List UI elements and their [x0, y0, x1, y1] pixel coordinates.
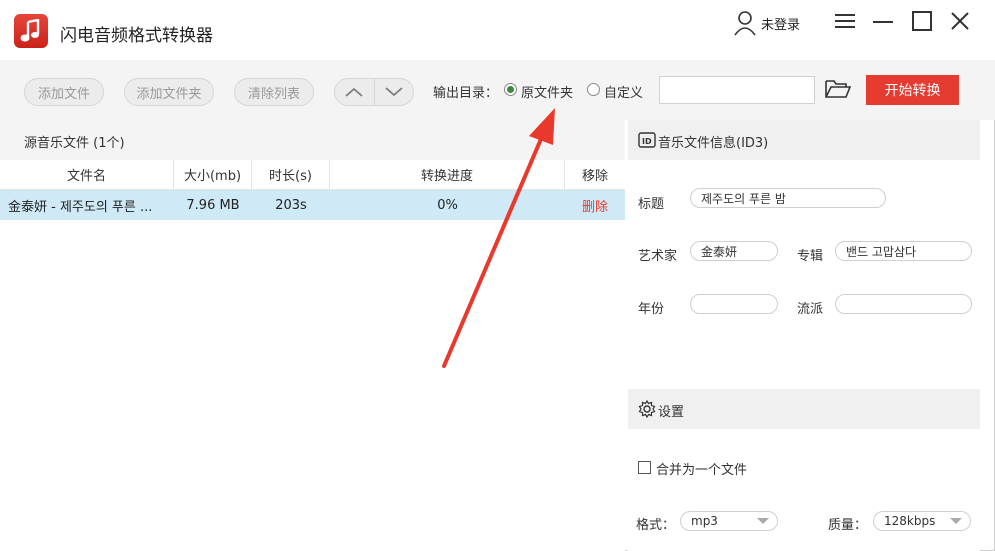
year-input[interactable]: [690, 294, 778, 314]
move-up-button[interactable]: [335, 79, 374, 105]
genre-input[interactable]: [835, 294, 972, 314]
id3-header: ID 音乐文件信息(ID3): [628, 120, 980, 160]
artist-label: 艺术家: [638, 249, 678, 264]
quality-label: 质量：: [828, 518, 868, 533]
file-name-cell: 金泰妍 - 제주도의 푸른 ...: [8, 199, 153, 215]
custom-path-input[interactable]: [659, 76, 815, 104]
close-icon: [951, 12, 969, 30]
maximize-button[interactable]: [909, 10, 935, 32]
file-progress-cell: 0%: [437, 197, 458, 213]
file-duration-cell: 203s: [275, 197, 307, 213]
merge-label[interactable]: 合并为一个文件: [656, 459, 747, 478]
user-icon: [734, 11, 756, 36]
output-dir-label: 输出目录：: [433, 86, 499, 101]
table-row[interactable]: 金泰妍 - 제주도의 푸른 ... 7.96 MB 203s 0% 删除: [0, 190, 625, 220]
delete-link[interactable]: 删除: [565, 190, 625, 220]
info-panel: ID 音乐文件信息(ID3) 标题 제주도의 푸른 밤 艺术家 金泰妍 专辑 밴…: [628, 120, 980, 551]
chevron-down-icon: [385, 87, 403, 97]
merge-checkbox[interactable]: [638, 461, 651, 474]
chevron-up-icon: [345, 87, 363, 97]
genre-label: 流派: [797, 302, 824, 317]
chevron-down-icon: [950, 518, 962, 524]
radio-custom-label[interactable]: 自定义: [604, 82, 643, 101]
title-bar: 闪电音频格式转换器 未登录: [0, 0, 995, 60]
gear-icon: [638, 400, 656, 418]
settings-header: 设置: [628, 389, 980, 429]
file-list-panel: 源音乐文件 (1个) 文件名 大小(mb) 时长(s) 转换进度 移除 金泰妍 …: [0, 120, 625, 551]
start-convert-button[interactable]: 开始转换: [866, 75, 959, 105]
radio-source-folder[interactable]: [504, 83, 517, 96]
minimize-button[interactable]: [870, 10, 896, 32]
radio-source-folder-label[interactable]: 原文件夹: [521, 82, 573, 101]
quality-select-value: 128kbps: [884, 514, 936, 528]
id3-tag-icon: ID: [638, 132, 656, 148]
file-size-cell: 7.96 MB: [186, 197, 240, 213]
user-login[interactable]: 未登录: [733, 10, 800, 36]
radio-custom[interactable]: [587, 83, 600, 96]
add-folder-button[interactable]: 添加文件夹: [124, 78, 214, 106]
svg-text:ID: ID: [642, 137, 652, 146]
title-input[interactable]: 제주도의 푸른 밤: [690, 188, 886, 208]
menu-icon: [835, 14, 855, 28]
close-button[interactable]: [947, 10, 973, 32]
move-down-button[interactable]: [373, 79, 414, 105]
move-buttons: [334, 78, 414, 106]
format-select[interactable]: mp3: [680, 511, 778, 531]
app-title: 闪电音频格式转换器: [60, 26, 213, 46]
artist-input[interactable]: 金泰妍: [690, 241, 778, 261]
file-list-header: 源音乐文件 (1个): [0, 120, 625, 160]
column-header-duration[interactable]: 时长(s): [252, 160, 330, 189]
browse-folder-button[interactable]: [824, 78, 852, 104]
file-list-heading: 源音乐文件 (1个): [24, 136, 125, 151]
column-header-name[interactable]: 文件名: [0, 160, 174, 189]
album-label: 专辑: [797, 249, 824, 264]
minimize-icon: [873, 21, 893, 23]
album-input[interactable]: 밴드 고맙삼다: [835, 241, 972, 261]
year-label: 年份: [638, 302, 665, 317]
format-select-value: mp3: [691, 514, 718, 528]
maximize-icon: [912, 11, 932, 31]
column-header-size[interactable]: 大小(mb): [174, 160, 252, 189]
column-header-remove: 移除: [581, 169, 608, 184]
column-header-progress[interactable]: 转换进度: [330, 160, 565, 189]
settings-heading: 设置: [658, 405, 685, 420]
app-logo-icon: [14, 14, 48, 48]
table-header: 文件名 大小(mb) 时长(s) 转换进度 移除: [0, 160, 625, 190]
title-label: 标题: [638, 197, 665, 212]
folder-open-icon: [825, 80, 852, 98]
quality-select[interactable]: 128kbps: [873, 511, 971, 531]
clear-list-button[interactable]: 清除列表: [234, 78, 314, 106]
id3-heading: 音乐文件信息(ID3): [658, 136, 769, 151]
chevron-down-icon: [757, 518, 769, 524]
add-file-button[interactable]: 添加文件: [24, 78, 104, 106]
user-login-label: 未登录: [761, 17, 801, 33]
menu-button[interactable]: [832, 10, 858, 32]
toolbar: 添加文件 添加文件夹 清除列表 输出目录： 原文件夹 自定义 开始转换: [0, 60, 995, 120]
format-label: 格式：: [636, 518, 676, 533]
